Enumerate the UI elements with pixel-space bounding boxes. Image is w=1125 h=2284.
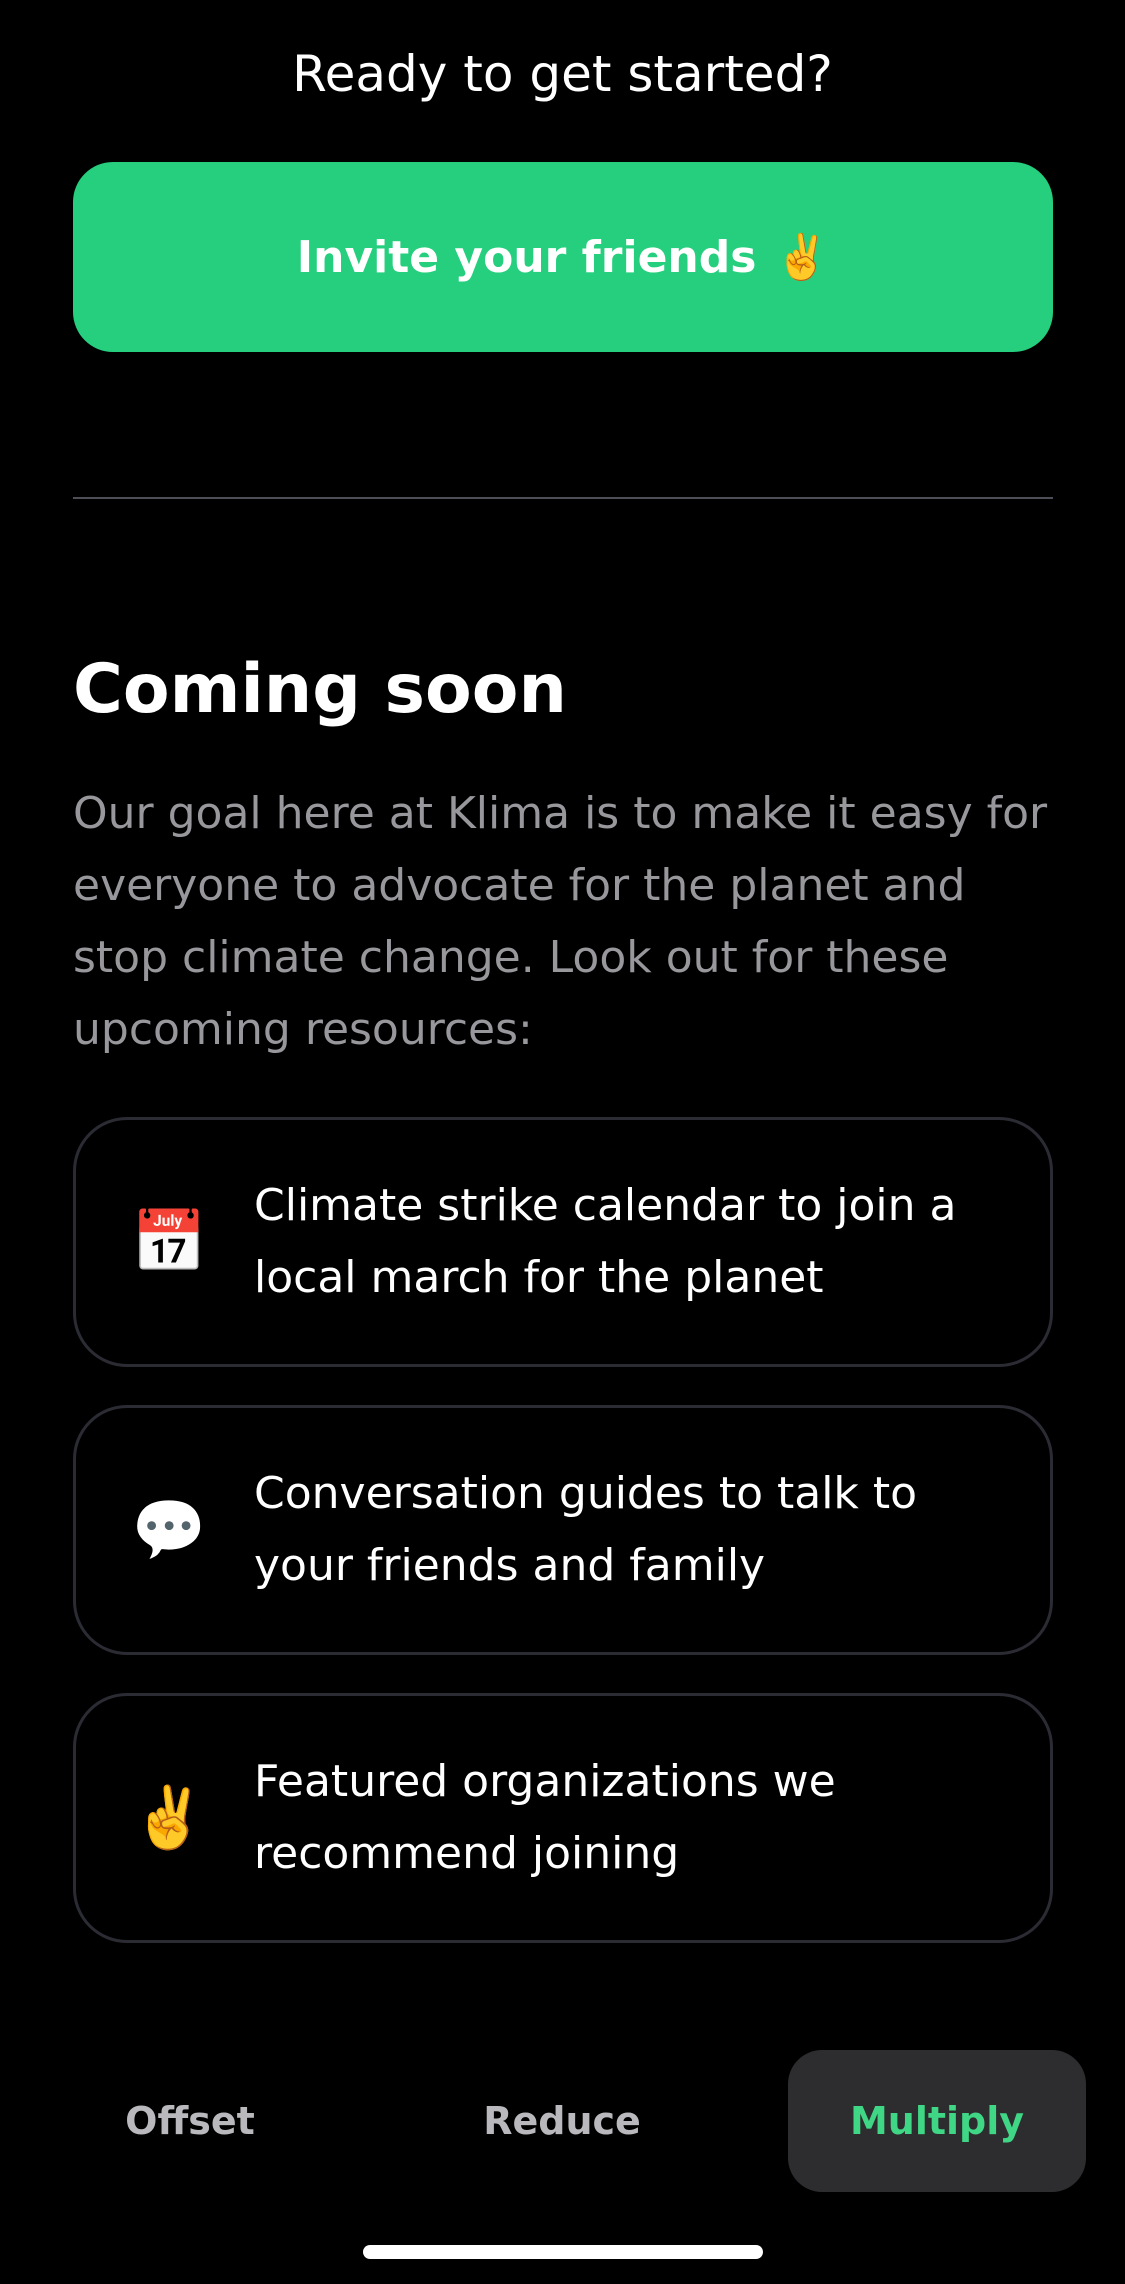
coming-soon-title: Coming soon xyxy=(73,650,567,729)
bottom-tab-bar: Offset Reduce Multiply xyxy=(0,2050,1125,2195)
coming-soon-item-text: Featured organizations we recommend join… xyxy=(254,1756,836,1879)
coming-soon-description: Our goal here at Klima is to make it eas… xyxy=(73,788,1048,1055)
invite-friends-button[interactable]: Invite your friends ✌️ xyxy=(73,162,1053,352)
victory-hand-icon: ✌️ xyxy=(774,232,830,283)
speech-bubble-icon: 💬 xyxy=(131,1495,207,1565)
calendar-icon: 📅 xyxy=(131,1207,207,1277)
coming-soon-item-text: Climate strike calendar to join a local … xyxy=(254,1180,957,1303)
invite-button-label: Invite your friends xyxy=(296,231,757,283)
victory-hand-icon: ✌️ xyxy=(131,1783,207,1853)
section-divider xyxy=(73,497,1053,499)
coming-soon-item-calendar: 📅 Climate strike calendar to join a loca… xyxy=(73,1117,1053,1367)
coming-soon-item-conversation: 💬 Conversation guides to talk to your fr… xyxy=(73,1405,1053,1655)
tab-multiply[interactable]: Multiply xyxy=(788,2050,1086,2192)
tab-offset[interactable]: Offset xyxy=(60,2050,320,2192)
ready-title: Ready to get started? xyxy=(292,45,833,103)
coming-soon-item-organizations: ✌️ Featured organizations we recommend j… xyxy=(73,1693,1053,1943)
tab-reduce[interactable]: Reduce xyxy=(432,2050,692,2192)
multiply-screen: Ready to get started? Invite your friend… xyxy=(0,0,1125,2284)
home-indicator[interactable] xyxy=(363,2245,763,2259)
coming-soon-item-text: Conversation guides to talk to your frie… xyxy=(254,1468,918,1591)
